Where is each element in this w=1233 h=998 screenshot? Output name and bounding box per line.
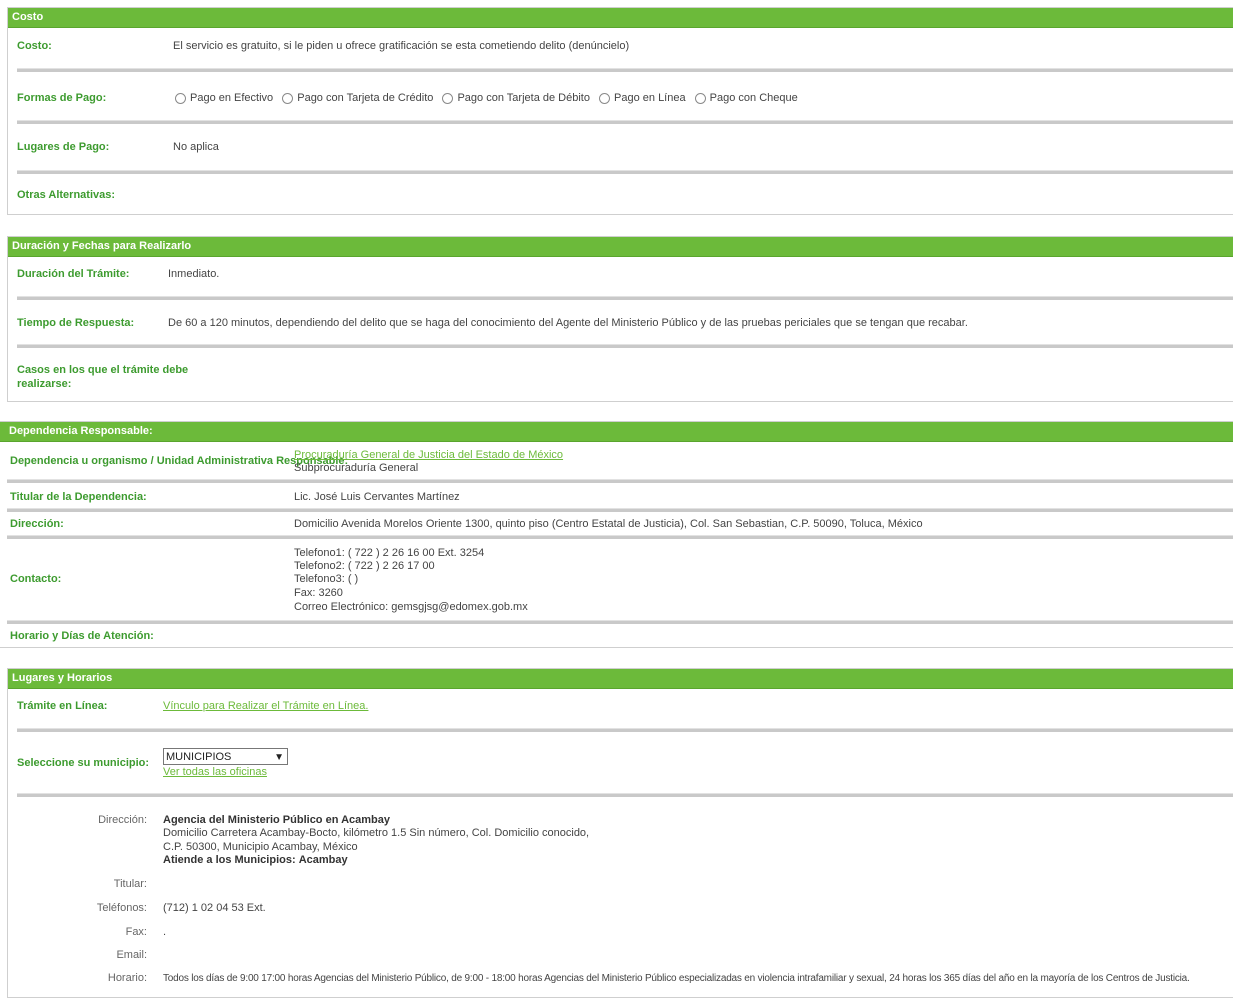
direccion-value: Domicilio Avenida Morelos Oriente 1300, … — [294, 518, 923, 530]
contacto-telefono1: Telefono1: ( 722 ) 2 26 16 00 Ext. 3254 — [294, 547, 485, 559]
radio-label: Pago en Línea — [614, 92, 686, 104]
contacto-email: Correo Electrónico: gemsgjsg@edomex.gob.… — [294, 601, 528, 613]
radio-pago-en-linea[interactable]: Pago en Línea — [599, 92, 686, 105]
separator — [7, 535, 1233, 539]
detalle-telefonos-label: Teléfonos: — [96, 902, 147, 914]
duracion-value: Inmediato. — [168, 268, 220, 280]
costo-panel: Costo Costo: El servicio es gratuito, si… — [7, 7, 1233, 215]
atiende-label: Atiende a los Municipios: — [163, 854, 296, 866]
radio-circle[interactable] — [694, 93, 706, 104]
dependencia-sub: Subprocuraduría General — [294, 462, 419, 474]
separator — [7, 620, 1233, 624]
direccion-label: Dirección: — [10, 518, 64, 530]
lugares-header: Lugares y Horarios — [8, 669, 1233, 689]
radio-pago-tarjeta-debito[interactable]: Pago con Tarjeta de Débito — [442, 92, 590, 105]
radio-pago-cheque[interactable]: Pago con Cheque — [694, 92, 798, 105]
radio-pago-efectivo[interactable]: Pago en Efectivo — [175, 92, 273, 105]
radio-label: Pago con Tarjeta de Crédito — [297, 92, 434, 104]
separator — [7, 508, 1233, 512]
detalle-horario-label: Horario: — [107, 972, 147, 984]
dependencia-panel: Dependencia Responsable: Dependencia u o… — [0, 421, 1233, 648]
municipio-select-value: MUNICIPIOS — [166, 751, 232, 763]
tiempo-respuesta-value: De 60 a 120 minutos, dependiendo del del… — [168, 317, 968, 329]
radio-circle[interactable] — [599, 93, 611, 104]
radio-label: Pago en Efectivo — [190, 92, 274, 104]
radio-label: Pago con Tarjeta de Débito — [457, 92, 590, 104]
separator — [17, 296, 1233, 300]
detalle-fax-value: . — [163, 926, 167, 938]
separator — [17, 793, 1233, 797]
atiende-value: Acambay — [298, 854, 348, 866]
chevron-down-icon: ▼ — [274, 752, 284, 763]
detalle-atiende: Atiende a los Municipios: Acambay — [163, 854, 348, 867]
otras-alternativas-label: Otras Alternativas: — [17, 189, 116, 201]
detalle-titular-label: Titular: — [113, 878, 147, 890]
contacto-label: Contacto: — [10, 573, 62, 585]
separator — [17, 344, 1233, 348]
horario-atencion-label: Horario y Días de Atención: — [10, 630, 154, 642]
duracion-header: Duración y Fechas para Realizarlo — [8, 237, 1233, 257]
tramite-linea-link[interactable]: Vínculo para Realizar el Trámite en Líne… — [163, 700, 368, 713]
costo-value: El servicio es gratuito, si le piden u o… — [173, 40, 630, 52]
costo-label: Costo: — [17, 40, 52, 52]
lugares-pago-label: Lugares de Pago: — [17, 141, 110, 153]
radio-pago-tarjeta-credito[interactable]: Pago con Tarjeta de Crédito — [282, 92, 433, 105]
detalle-telefonos-value: (712) 1 02 04 53 Ext. — [163, 902, 266, 914]
separator — [17, 68, 1233, 72]
radio-circle[interactable] — [282, 93, 294, 104]
casos-label-line1: Casos en los que el trámite debe — [17, 364, 189, 376]
detalle-cp: C.P. 50300, Municipio Acambay, México — [163, 841, 358, 853]
detalle-horario-value: Todos los días de 9:00 17:00 horas Agenc… — [163, 973, 1190, 984]
duracion-label: Duración del Trámite: — [17, 268, 130, 280]
lugares-panel: Lugares y Horarios Trámite en Línea: Vín… — [7, 668, 1233, 998]
formas-pago-options: Pago en Efectivo Pago con Tarjeta de Cré… — [175, 92, 804, 108]
detalle-direccion-label: Dirección: — [98, 814, 147, 826]
casos-label-line2: realizarse: — [17, 378, 72, 390]
municipio-label: Seleccione su municipio: — [17, 757, 150, 769]
dependencia-header: Dependencia Responsable: — [0, 422, 1233, 442]
radio-circle[interactable] — [442, 93, 454, 104]
titular-label: Titular de la Dependencia: — [10, 491, 147, 503]
tiempo-respuesta-label: Tiempo de Respuesta: — [17, 317, 135, 329]
separator — [17, 120, 1233, 124]
separator — [7, 479, 1233, 483]
contacto-fax: Fax: 3260 — [294, 587, 343, 599]
titular-value: Lic. José Luis Cervantes Martínez — [294, 491, 460, 503]
detalle-email-label: Email: — [116, 949, 147, 961]
detalle-domicilio: Domicilio Carretera Acambay-Bocto, kilóm… — [163, 827, 590, 839]
dependencia-link[interactable]: Procuraduría General de Justicia del Est… — [294, 449, 563, 462]
costo-header: Costo — [8, 8, 1233, 28]
ver-oficinas-link[interactable]: Ver todas las oficinas — [163, 766, 267, 779]
formas-pago-label: Formas de Pago: — [17, 92, 107, 104]
radio-label: Pago con Cheque — [709, 92, 798, 104]
radio-circle[interactable] — [175, 93, 186, 104]
duracion-panel: Duración y Fechas para Realizarlo Duraci… — [7, 236, 1233, 402]
detalle-agencia: Agencia del Ministerio Público en Acamba… — [163, 814, 390, 826]
separator — [17, 728, 1233, 732]
tramite-linea-label: Trámite en Línea: — [17, 700, 108, 712]
detalle-fax-label: Fax: — [125, 926, 147, 938]
contacto-telefono2: Telefono2: ( 722 ) 2 26 17 00 — [294, 560, 435, 572]
separator — [17, 170, 1233, 174]
lugares-pago-value: No aplica — [173, 141, 219, 153]
municipio-select[interactable]: MUNICIPIOS ▼ — [163, 748, 288, 765]
contacto-telefono3: Telefono3: ( ) — [294, 573, 359, 585]
